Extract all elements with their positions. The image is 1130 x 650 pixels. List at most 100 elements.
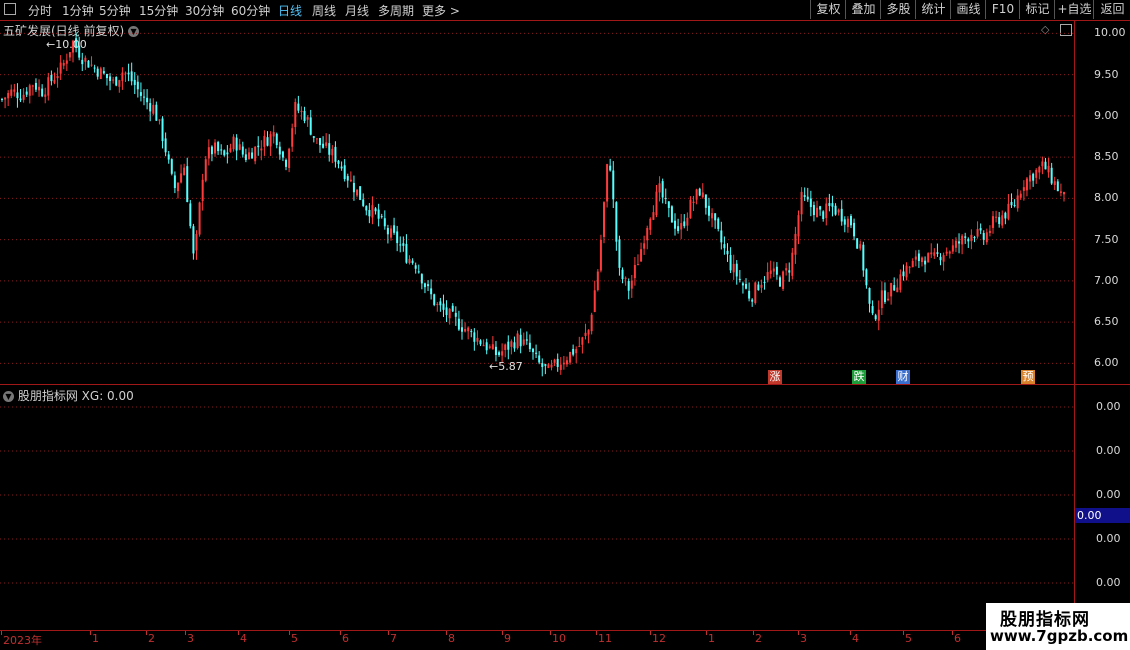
candle <box>1001 210 1004 229</box>
candle <box>294 98 297 135</box>
candle <box>81 52 84 72</box>
timeframe-9[interactable]: 多周期 <box>378 2 414 19</box>
timeframe-7[interactable]: 周线 <box>312 2 336 19</box>
candle <box>791 247 794 280</box>
candle <box>720 221 723 250</box>
toolbar-button-1[interactable]: 叠加 <box>845 0 881 19</box>
candle <box>105 73 108 86</box>
candle <box>970 229 973 250</box>
toolbar-button-7[interactable]: +自选 <box>1054 0 1094 19</box>
candle <box>451 303 454 313</box>
candle <box>479 339 482 347</box>
candle <box>958 233 961 254</box>
candle <box>1 97 3 102</box>
timeframe-1[interactable]: 1分钟 <box>62 2 94 19</box>
candle <box>408 255 411 265</box>
candle <box>640 242 643 263</box>
y-tick-label: 10.00 <box>1094 26 1126 40</box>
toolbar-button-6[interactable]: 标记 <box>1019 0 1055 19</box>
badge-fall[interactable]: 跌 <box>852 370 866 384</box>
x-axis-tick <box>903 631 904 635</box>
candle <box>772 261 775 278</box>
timeframe-8[interactable]: 月线 <box>345 2 369 19</box>
candle <box>482 339 485 347</box>
candle <box>25 87 28 97</box>
timeframe-2[interactable]: 5分钟 <box>99 2 131 19</box>
candle <box>377 203 380 227</box>
candle <box>593 280 596 313</box>
candle <box>538 351 541 365</box>
x-axis-tick <box>706 631 707 635</box>
x-axis-label: 10 <box>552 632 566 645</box>
candle <box>775 262 778 280</box>
candle <box>297 95 300 114</box>
x-axis-tick <box>185 631 186 635</box>
candle <box>893 277 896 291</box>
candle <box>1025 176 1028 197</box>
window-restore-icon[interactable] <box>4 3 16 15</box>
candle <box>865 268 868 289</box>
candle <box>714 213 717 229</box>
candle <box>312 136 315 143</box>
timeframe-3[interactable]: 15分钟 <box>139 2 178 19</box>
high-annotation: ←10.00 <box>46 38 87 51</box>
candle <box>427 280 430 292</box>
candle <box>887 292 890 302</box>
candle <box>430 279 433 300</box>
candle <box>16 83 19 108</box>
toolbar-button-3[interactable]: 统计 <box>915 0 951 19</box>
timeframe-10[interactable]: 更多 > <box>422 2 460 19</box>
x-axis-tick <box>502 631 503 635</box>
x-axis-divider <box>0 630 1130 631</box>
indicator-chart[interactable] <box>0 385 1074 630</box>
candle <box>905 262 908 281</box>
price-chart[interactable] <box>0 21 1074 384</box>
x-axis-label: 3 <box>187 632 194 645</box>
candle <box>167 151 170 164</box>
toolbar-button-2[interactable]: 多股 <box>880 0 916 19</box>
candle <box>93 64 96 73</box>
candle <box>173 171 176 194</box>
timeframe-5[interactable]: 60分钟 <box>231 2 270 19</box>
timeframe-6[interactable]: 日线 <box>278 2 302 19</box>
candle <box>859 240 862 251</box>
timeframe-4[interactable]: 30分钟 <box>185 2 224 19</box>
candle <box>562 355 565 370</box>
candle <box>991 211 994 234</box>
candle <box>143 89 146 106</box>
candle <box>908 266 911 274</box>
candle <box>389 225 392 241</box>
candle <box>535 344 538 359</box>
candle <box>433 293 436 307</box>
candle <box>473 328 476 351</box>
candle <box>349 171 352 183</box>
candle <box>257 136 260 156</box>
badge-rise[interactable]: 涨 <box>768 370 782 384</box>
candle <box>470 328 473 338</box>
candle <box>828 193 831 212</box>
toolbar-button-8[interactable]: 返回 <box>1093 0 1130 19</box>
candle <box>44 87 47 104</box>
candle <box>281 150 284 162</box>
y-tick-label: 7.50 <box>1094 232 1119 246</box>
candle <box>152 98 155 116</box>
toolbar-button-0[interactable]: 复权 <box>810 0 846 19</box>
candle <box>56 67 59 88</box>
candle <box>973 235 976 243</box>
badge-finance[interactable]: 财 <box>896 370 910 384</box>
candle <box>396 225 399 252</box>
candle <box>254 145 257 165</box>
toolbar-button-5[interactable]: F10 <box>985 0 1020 19</box>
candle <box>856 237 859 249</box>
candle <box>488 344 491 350</box>
candle <box>995 210 998 223</box>
badge-forecast[interactable]: 预 <box>1021 370 1035 384</box>
candle <box>664 188 667 205</box>
candle <box>621 267 624 284</box>
candle <box>238 138 241 151</box>
toolbar-button-4[interactable]: 画线 <box>950 0 986 19</box>
candle <box>961 234 964 255</box>
candle <box>1007 194 1010 221</box>
timeframe-0[interactable]: 分时 <box>28 2 52 19</box>
x-axis-tick <box>753 631 754 635</box>
